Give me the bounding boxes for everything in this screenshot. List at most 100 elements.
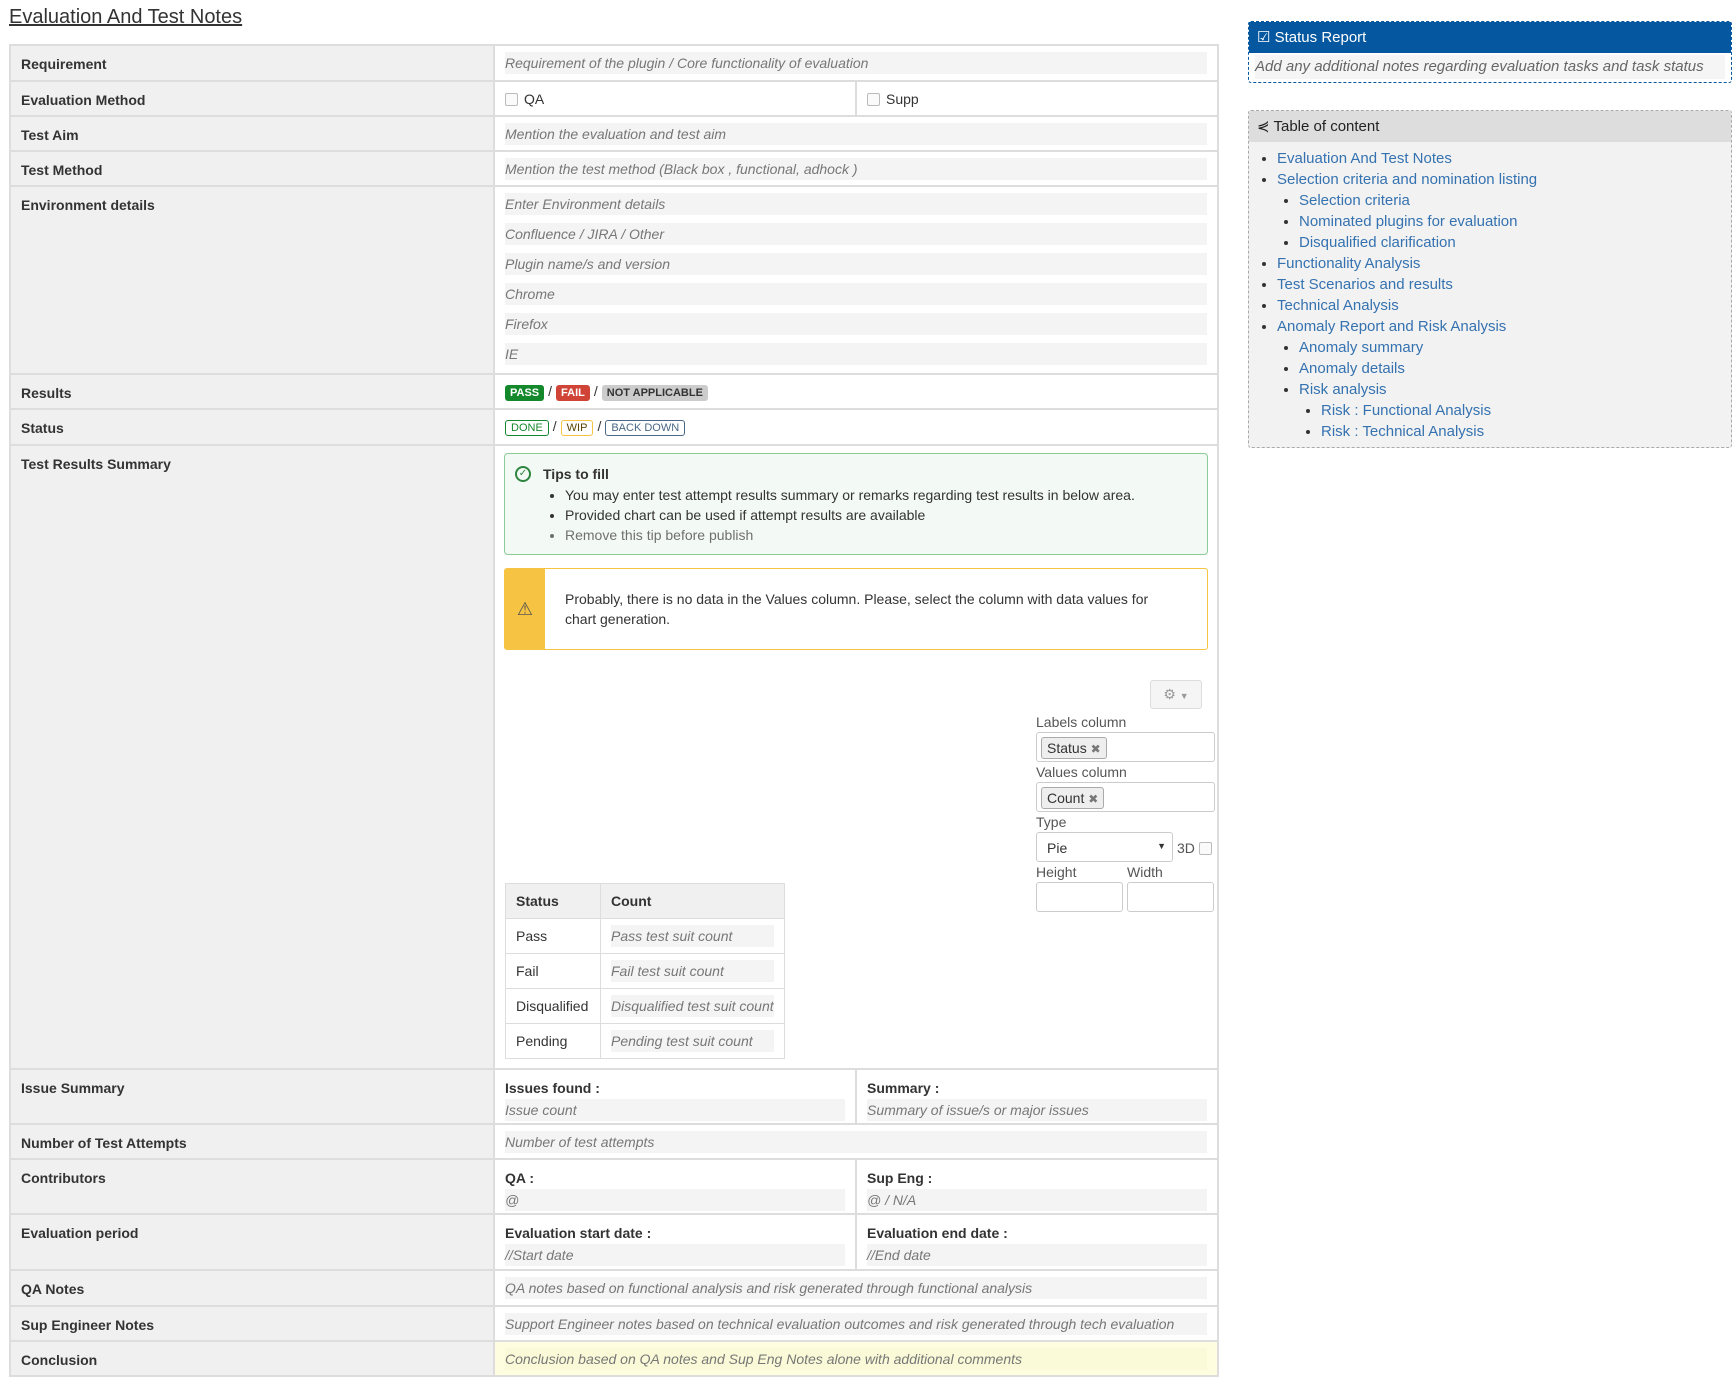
supp-checkbox[interactable] xyxy=(867,93,880,106)
environment-field[interactable]: Firefox xyxy=(505,313,1207,335)
table-row: Fail Fail test suit count xyxy=(505,953,785,989)
column-header: Count xyxy=(600,883,785,919)
remove-icon[interactable]: ✖ xyxy=(1088,792,1098,806)
warning-panel: ⚠ Probably, there is no data in the Value… xyxy=(504,568,1208,650)
done-lozenge: DONE xyxy=(505,420,549,436)
issue-summary-field[interactable]: Summary of issue/s or major issues xyxy=(867,1099,1207,1121)
evaluation-table: Requirement Requirement of the plugin / C… xyxy=(9,44,1219,1377)
3d-checkbox[interactable] xyxy=(1199,842,1212,855)
height-label: Height xyxy=(1036,864,1077,880)
type-select[interactable]: Pie ▼ xyxy=(1036,832,1173,862)
tag-label: Status xyxy=(1047,740,1087,756)
status-cell: Fail xyxy=(505,953,601,989)
toc-link[interactable]: Technical Analysis xyxy=(1277,297,1399,314)
row-label: Conclusion xyxy=(9,1340,495,1377)
start-date-field[interactable]: //Start date xyxy=(505,1244,845,1266)
conclusion-field[interactable]: Conclusion based on QA notes and Sup Eng… xyxy=(505,1348,1207,1370)
row-label: Evaluation Method xyxy=(9,80,495,117)
sup-eng-mention-field[interactable]: @ / N/A xyxy=(867,1189,1207,1211)
toc-link[interactable]: Test Scenarios and results xyxy=(1277,276,1453,293)
environment-field[interactable]: Enter Environment details xyxy=(505,193,1207,215)
toc-link[interactable]: Risk : Technical Analysis xyxy=(1321,423,1484,440)
qa-label: QA : xyxy=(505,1170,535,1186)
attempts-field[interactable]: Number of test attempts xyxy=(505,1131,1207,1153)
toc-link[interactable]: Risk analysis xyxy=(1299,381,1387,398)
row-label: Test Results Summary xyxy=(9,444,495,1070)
column-header: Status xyxy=(505,883,601,919)
requirement-field[interactable]: Requirement of the plugin / Core functio… xyxy=(505,52,1207,74)
labels-column-label: Labels column xyxy=(1036,714,1127,730)
chart-settings-gear-button[interactable]: ⚙ ▼ xyxy=(1150,680,1202,709)
toc-link[interactable]: Nominated plugins for evaluation xyxy=(1299,213,1517,230)
tips-panel: ✓ Tips to fill You may enter test attemp… xyxy=(504,453,1208,555)
separator: / xyxy=(597,418,602,434)
qa-notes-field[interactable]: QA notes based on functional analysis an… xyxy=(505,1277,1207,1299)
values-column-input[interactable]: Count ✖ xyxy=(1036,782,1215,812)
issue-count-field[interactable]: Issue count xyxy=(505,1099,845,1121)
row-label: Evaluation period xyxy=(9,1213,495,1271)
qa-option-label: QA xyxy=(524,91,545,107)
issues-found-label: Issues found : xyxy=(505,1080,600,1096)
count-tag[interactable]: Count ✖ xyxy=(1041,787,1105,809)
row-label: Results xyxy=(9,373,495,410)
test-aim-field[interactable]: Mention the evaluation and test aim xyxy=(505,123,1207,145)
table-row: Disqualified Disqualified test suit count xyxy=(505,988,785,1024)
table-of-contents: ⋞ Table of content Evaluation And Test N… xyxy=(1248,110,1732,448)
width-input[interactable] xyxy=(1127,882,1214,912)
labels-column-input[interactable]: Status ✖ xyxy=(1036,732,1215,762)
row-label: Requirement xyxy=(9,44,495,82)
count-field[interactable]: Disqualified test suit count xyxy=(611,995,774,1017)
separator: / xyxy=(548,383,553,399)
toc-link[interactable]: Anomaly summary xyxy=(1299,339,1423,356)
test-method-field[interactable]: Mention the test method (Black box , fun… xyxy=(505,158,1207,180)
remove-icon[interactable]: ✖ xyxy=(1091,742,1101,756)
toc-link[interactable]: Anomaly details xyxy=(1299,360,1405,377)
qa-mention-field[interactable]: @ xyxy=(505,1189,845,1211)
count-field[interactable]: Pass test suit count xyxy=(611,925,774,947)
toc-link[interactable]: Selection criteria and nomination listin… xyxy=(1277,171,1537,188)
status-report-panel: ☑ Status Report Add any additional notes… xyxy=(1248,21,1732,83)
start-date-label: Evaluation start date : xyxy=(505,1225,652,1241)
toc-link[interactable]: Selection criteria xyxy=(1299,192,1410,209)
environment-field[interactable]: Chrome xyxy=(505,283,1207,305)
toc-link[interactable]: Anomaly Report and Risk Analysis xyxy=(1277,318,1506,335)
warning-message: Probably, there is no data in the Values… xyxy=(565,591,1149,627)
environment-field[interactable]: Confluence / JIRA / Other xyxy=(505,223,1207,245)
table-row: Pass Pass test suit count xyxy=(505,918,785,954)
fail-badge: FAIL xyxy=(556,385,590,401)
row-label: Test Aim xyxy=(9,115,495,152)
count-field[interactable]: Pending test suit count xyxy=(611,1030,774,1052)
sitemap-icon: ⋞ xyxy=(1257,118,1270,135)
dropdown-arrow-icon: ▼ xyxy=(1157,841,1166,851)
status-cell: Pass xyxy=(505,918,601,954)
sup-notes-field[interactable]: Support Engineer notes based on technica… xyxy=(505,1313,1207,1335)
row-label: Environment details xyxy=(9,185,495,375)
count-field[interactable]: Fail test suit count xyxy=(611,960,774,982)
checkbox-icon: ☑ xyxy=(1257,29,1271,46)
sup-eng-label: Sup Eng : xyxy=(867,1170,933,1186)
separator: / xyxy=(552,418,557,434)
check-circle-icon: ✓ xyxy=(515,466,531,482)
status-tag[interactable]: Status ✖ xyxy=(1041,737,1107,759)
end-date-field[interactable]: //End date xyxy=(867,1244,1207,1266)
tip-item: You may enter test attempt results summa… xyxy=(565,485,1207,505)
environment-field[interactable]: Plugin name/s and version xyxy=(505,253,1207,275)
row-label: Sup Engineer Notes xyxy=(9,1305,495,1342)
type-label: Type xyxy=(1036,814,1067,830)
status-report-field[interactable]: Add any additional notes regarding evalu… xyxy=(1255,55,1725,79)
toc-link[interactable]: Risk : Functional Analysis xyxy=(1321,402,1491,419)
height-input[interactable] xyxy=(1036,882,1123,912)
row-label: QA Notes xyxy=(9,1269,495,1307)
toc-link[interactable]: Evaluation And Test Notes xyxy=(1277,150,1452,167)
environment-field[interactable]: IE xyxy=(505,343,1207,365)
type-value: Pie xyxy=(1047,840,1068,856)
toc-link[interactable]: Disqualified clarification xyxy=(1299,234,1456,251)
tip-item: Remove this tip before publish xyxy=(565,525,1207,545)
status-cell: Pending xyxy=(505,1023,601,1059)
qa-checkbox[interactable] xyxy=(505,93,518,106)
status-cell: Disqualified xyxy=(505,988,601,1024)
supp-option-label: Supp xyxy=(886,91,919,107)
table-row: Pending Pending test suit count xyxy=(505,1023,785,1059)
toc-link[interactable]: Functionality Analysis xyxy=(1277,255,1420,272)
separator: / xyxy=(593,383,598,399)
